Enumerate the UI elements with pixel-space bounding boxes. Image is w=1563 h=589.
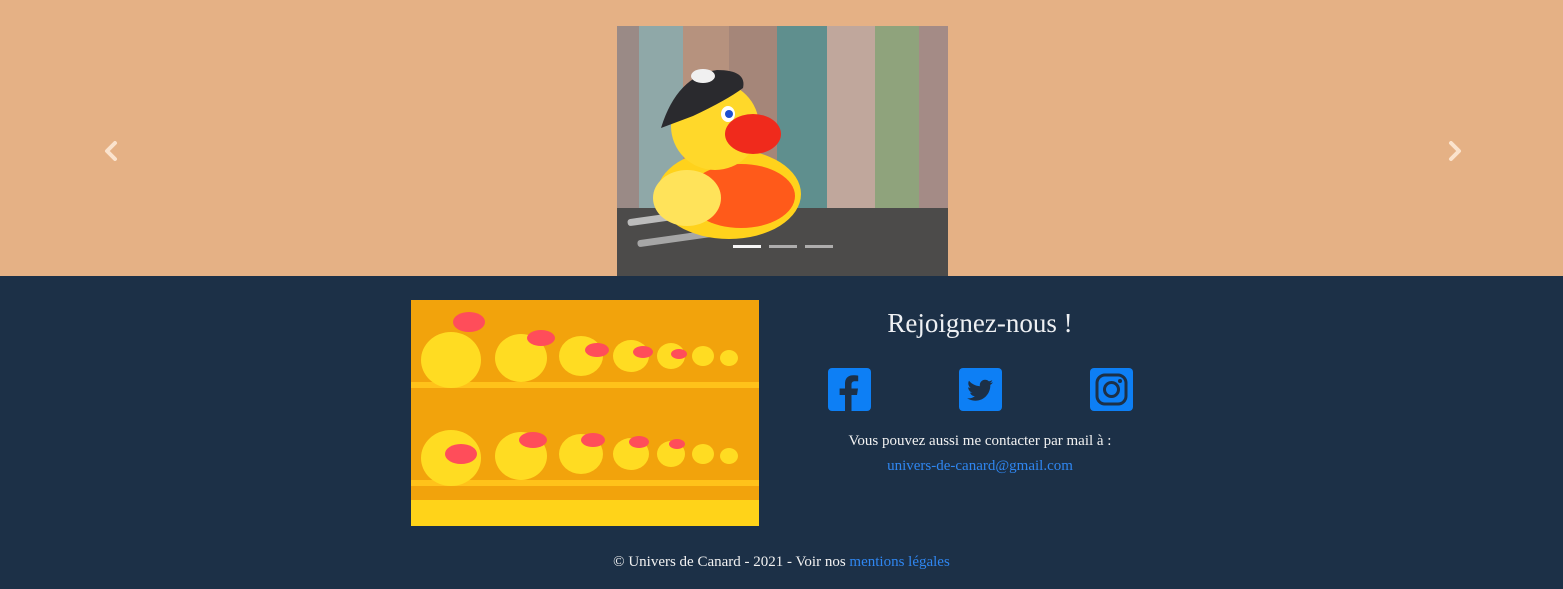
chevron-left-icon — [105, 141, 117, 161]
facebook-link[interactable] — [828, 368, 871, 411]
instagram-icon — [1090, 368, 1133, 411]
join-us-title: Rejoignez-nous ! — [887, 308, 1073, 338]
contact-email-link[interactable]: univers-de-canard@gmail.com — [887, 458, 1073, 474]
contact-email-wrapper: univers-de-canard@gmail.com — [780, 458, 1180, 475]
instagram-link[interactable] — [1090, 368, 1133, 411]
social-links — [828, 368, 1134, 411]
chevron-right-icon — [1449, 141, 1461, 161]
carousel-indicator-2[interactable] — [768, 245, 797, 248]
contact-text: Vous pouvez aussi me contacter par mail … — [848, 433, 1112, 449]
site-footer: Rejoignez-nous ! Vous pouvez aussi me co… — [0, 276, 1563, 589]
copyright-text: © Univers de Canard - 2021 - Voir nos — [613, 554, 850, 570]
facebook-icon — [828, 368, 871, 411]
twitter-link[interactable] — [959, 368, 1002, 411]
carousel-indicators — [617, 245, 948, 248]
carousel-slide-image — [617, 26, 948, 276]
carousel-next-button[interactable] — [1443, 138, 1467, 164]
twitter-icon — [959, 368, 1002, 411]
legal-notice-link[interactable]: mentions légales — [849, 554, 949, 570]
carousel-indicator-1[interactable] — [732, 245, 761, 248]
ducks-rows-image — [411, 300, 759, 526]
hero-carousel — [0, 0, 1563, 276]
copyright: © Univers de Canard - 2021 - Voir nos me… — [0, 554, 1563, 571]
carousel-indicator-3[interactable] — [804, 245, 833, 248]
carousel-prev-button[interactable] — [99, 138, 123, 164]
